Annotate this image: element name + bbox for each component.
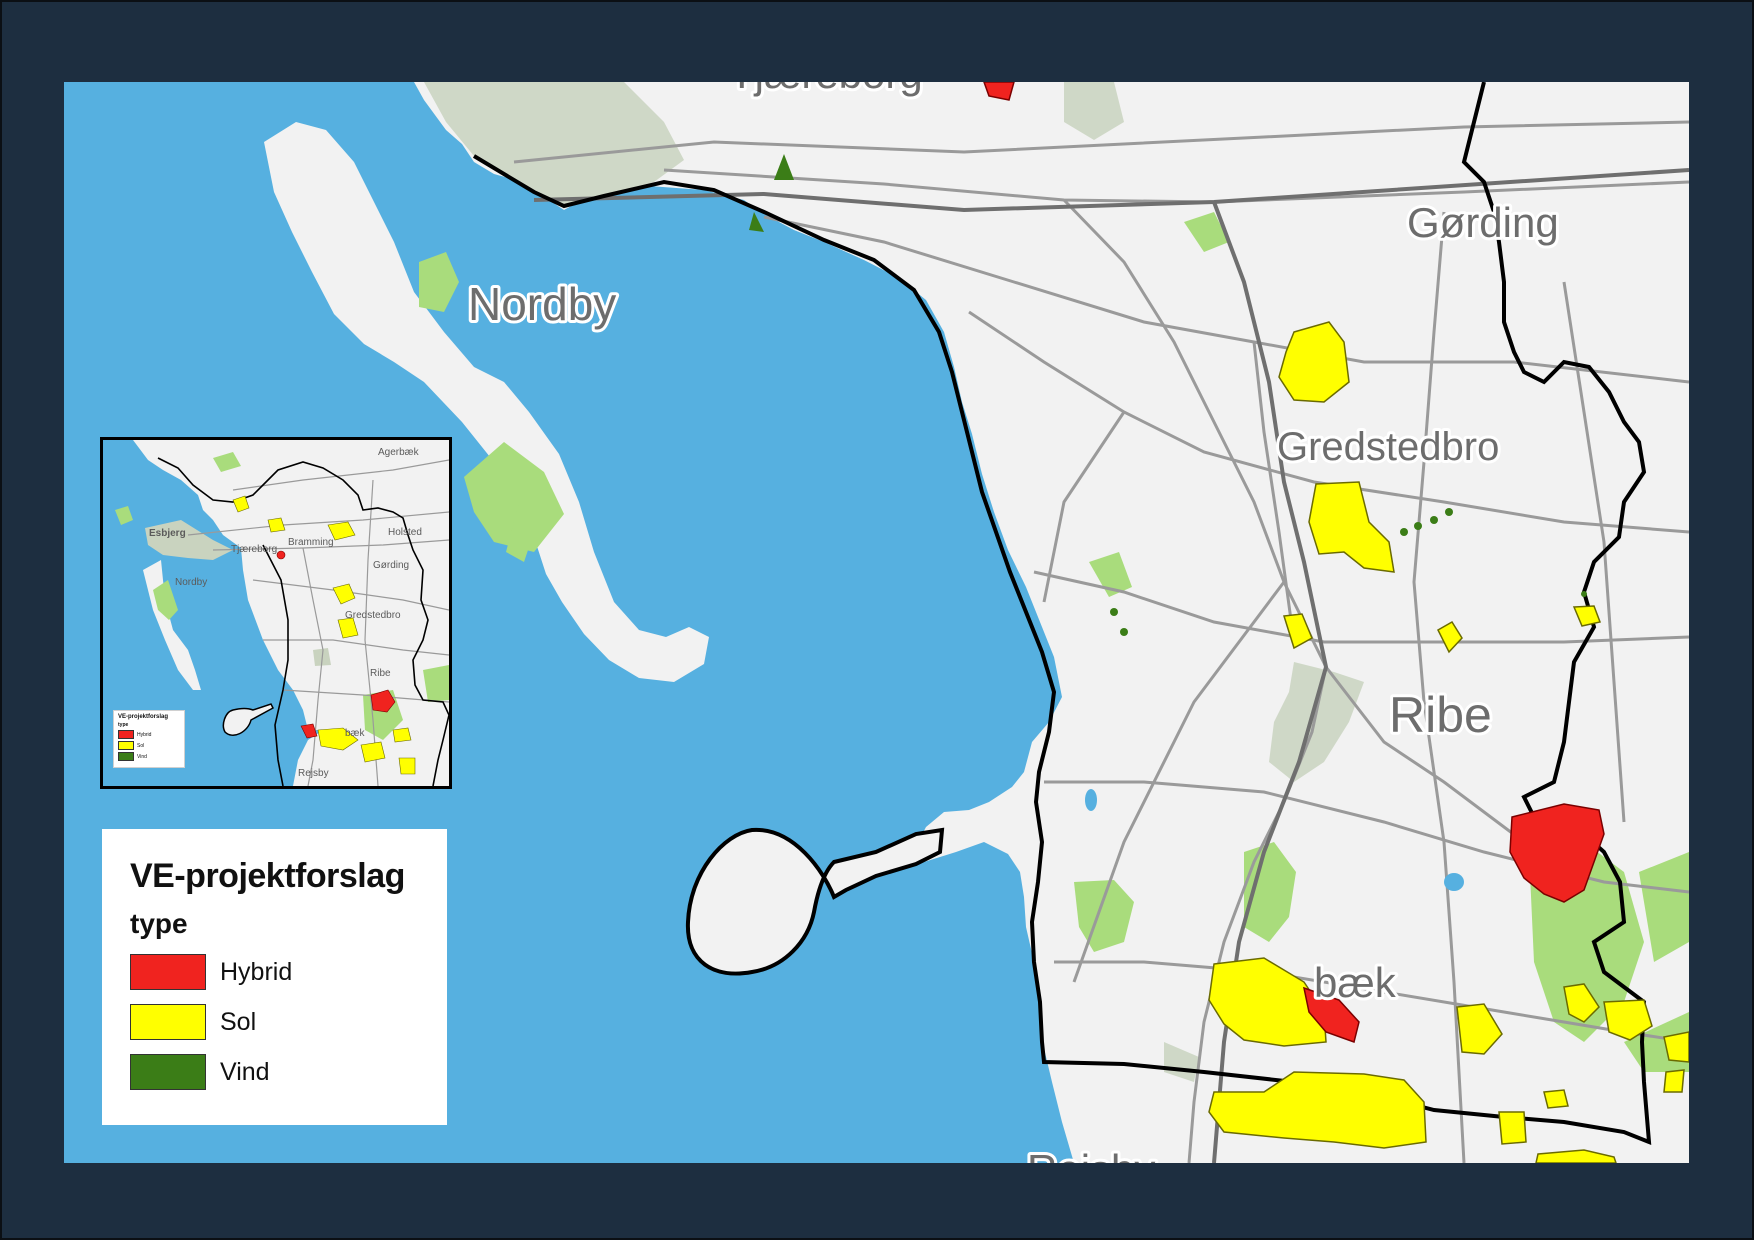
- town-tjaereborg: Tjæreborg: [729, 82, 923, 97]
- legend-item-sol: Sol: [130, 1004, 447, 1040]
- town-ribe: Ribe: [1389, 687, 1492, 743]
- legend-swatch-hybrid: [130, 954, 206, 990]
- town-rejsby: Rejsby: [1027, 1146, 1155, 1163]
- legend-subtitle: type: [130, 908, 188, 939]
- inset-town-nordby: Nordby: [175, 577, 207, 588]
- legend-item-vind: Vind: [130, 1054, 447, 1090]
- inset-town-hviding-partial: bæk: [345, 728, 365, 739]
- town-nordby: Nordby: [468, 278, 616, 330]
- inset-legend-swatch-vind: [118, 752, 134, 761]
- inset-town-holsted: Holsted: [388, 527, 422, 538]
- town-hviding-partial: bæk: [1314, 959, 1397, 1006]
- inset-town-rejsby: Rejsby: [298, 768, 329, 779]
- inset-legend-swatch-sol: [118, 741, 134, 750]
- map-legend: VE-projektforslag type Hybrid Sol Vind: [102, 829, 447, 1125]
- legend-label-vind: Vind: [220, 1057, 270, 1086]
- legend-item-hybrid: Hybrid: [130, 954, 447, 990]
- inset-legend-item-vind: Vind: [118, 752, 180, 761]
- legend-swatch-vind: [130, 1054, 206, 1090]
- inset-legend-subtitle: type: [118, 722, 129, 728]
- inset-legend-label-sol: Sol: [137, 742, 145, 749]
- town-gording: Gørding: [1407, 199, 1559, 246]
- legend-label-sol: Sol: [220, 1007, 257, 1036]
- overview-inset-map: Agerbæk Esbjerg Tjæreborg Bramming Holst…: [100, 437, 452, 789]
- inset-town-gording: Gørding: [373, 560, 409, 571]
- legend-label-hybrid: Hybrid: [220, 957, 293, 986]
- legend-swatch-sol: [130, 1004, 206, 1040]
- map-panel: Tjæreborg Gørding Nordby Gredstedbro Rib…: [64, 82, 1689, 1163]
- inset-town-ribe: Ribe: [370, 668, 391, 679]
- town-gredstedbro: Gredstedbro: [1277, 425, 1499, 469]
- inset-legend: VE-projektforslag type Hybrid Sol Vind: [113, 710, 185, 768]
- inset-town-bramming: Bramming: [288, 537, 334, 548]
- inset-town-agerbaek: Agerbæk: [378, 447, 420, 458]
- inset-legend-item-hybrid: Hybrid: [118, 730, 180, 739]
- legend-title: VE-projektforslag: [130, 857, 405, 895]
- inset-town-gredstedbro: Gredstedbro: [345, 610, 401, 621]
- inset-town-esbjerg: Esbjerg: [149, 528, 186, 539]
- inset-legend-swatch-hybrid: [118, 730, 134, 739]
- inset-legend-title: VE-projektforslag: [118, 714, 169, 720]
- inset-legend-label-hybrid: Hybrid: [137, 731, 152, 738]
- inset-legend-item-sol: Sol: [118, 741, 180, 750]
- inset-legend-label-vind: Vind: [137, 753, 147, 760]
- inset-town-tjaereborg: Tjæreborg: [231, 544, 277, 555]
